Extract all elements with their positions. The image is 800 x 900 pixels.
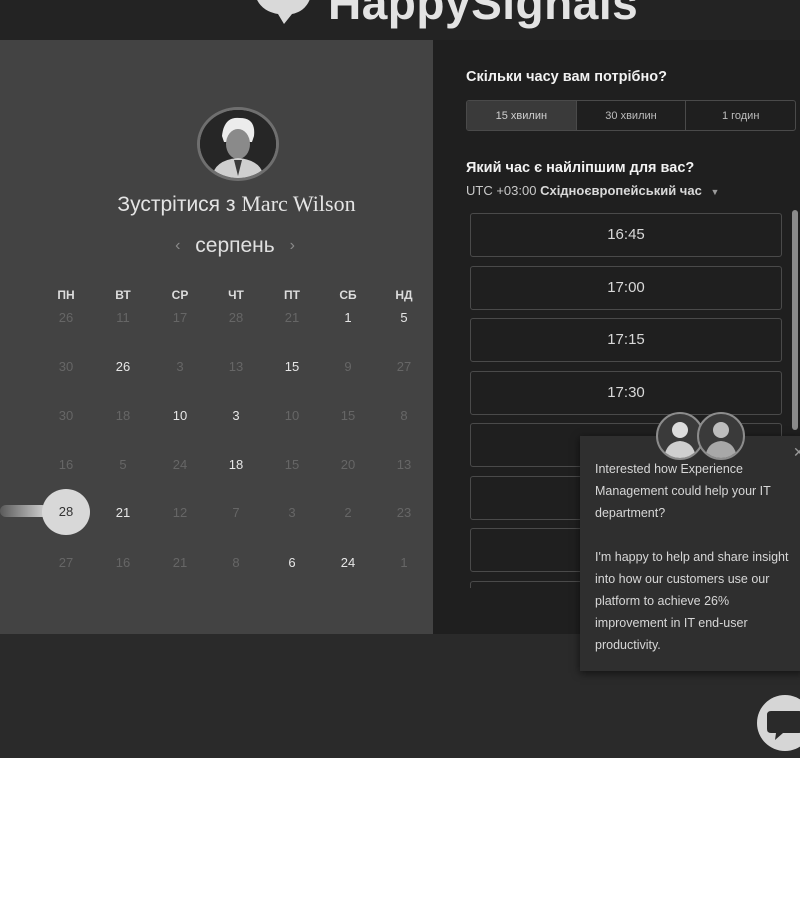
calendar-day: 11 (116, 310, 130, 325)
calendar-day: 1 (400, 555, 408, 570)
calendar-day-available[interactable]: 6 (272, 555, 312, 570)
calendar-day: 30 (58, 359, 74, 374)
calendar-day: 3 (176, 359, 184, 374)
weekday-header: НД (395, 288, 413, 302)
calendar-day-available[interactable]: 3 (216, 408, 256, 423)
weekday-header: ПТ (284, 288, 300, 302)
weekday-header: СБ (339, 288, 357, 302)
calendar-day: 24 (172, 457, 188, 472)
calendar-day-available[interactable]: 26 (103, 359, 143, 374)
calendar-day-available[interactable]: 21 (103, 505, 143, 520)
calendar-day-available[interactable]: 10 (160, 408, 200, 423)
person-icon (705, 422, 737, 458)
time-question: Який час є найліпшим для вас? (466, 160, 695, 176)
calendar-day: 7 (232, 505, 240, 520)
host-avatar (197, 107, 279, 181)
calendar-day-available[interactable]: 1 (328, 310, 368, 325)
time-slot-button[interactable]: 16:45 (470, 213, 782, 257)
scheduler-app: HappySignals Зустрітися з Marc Wilson ‹ … (0, 0, 800, 758)
popup-paragraph: I'm happy to help and share insight into… (595, 550, 789, 652)
calendar-day: 18 (115, 408, 131, 423)
chat-popup: ✕ Interested how Experience Management c… (580, 436, 800, 671)
calendar-day: 10 (284, 408, 300, 423)
scrollbar-thumb[interactable] (792, 210, 798, 430)
calendar-day: 16 (58, 457, 74, 472)
timezone-offset: UTC +03:00 (466, 183, 537, 198)
person-icon (200, 110, 276, 178)
weekday-header: СР (171, 288, 189, 302)
calendar-day: 16 (115, 555, 131, 570)
calendar-day-available[interactable]: 24 (328, 555, 368, 570)
calendar-day: 13 (228, 359, 244, 374)
meeting-title-prefix: Зустрітися з (117, 193, 236, 216)
calendar-day: 17 (172, 310, 188, 325)
calendar-day: 27 (396, 359, 412, 374)
calendar-day-available[interactable]: 5 (384, 310, 424, 325)
logo-icon (257, 0, 310, 24)
duration-option[interactable]: 1 годин (686, 101, 795, 130)
calendar-day: 12 (172, 505, 188, 520)
chat-launcher-button[interactable] (757, 695, 800, 751)
time-slot-button[interactable]: 17:15 (470, 318, 782, 362)
popup-paragraph: Interested how Experience Management cou… (595, 462, 771, 520)
brand-name: HappySignals (328, 0, 639, 29)
calendar-day: 21 (284, 310, 300, 325)
calendar-day: 21 (172, 555, 188, 570)
calendar-day: 5 (119, 457, 127, 472)
weekday-header: ВТ (115, 288, 131, 302)
calendar-day: 28 (228, 310, 244, 325)
calendar-day: 2 (344, 505, 352, 520)
calendar-day: 13 (396, 457, 412, 472)
meeting-title: Зустрітися з Marc Wilson (0, 191, 473, 217)
weekday-header: ПН (57, 288, 75, 302)
calendar-day-selected[interactable]: 28 (42, 489, 90, 535)
month-navigator: ‹ серпень › (160, 234, 310, 258)
next-month-button[interactable]: › (281, 237, 304, 254)
header-bar: HappySignals (0, 0, 800, 41)
time-slot-button[interactable]: 17:00 (470, 265, 782, 310)
calendar-day: 27 (58, 555, 74, 570)
popup-message: Interested how Experience Management cou… (595, 458, 800, 656)
calendar-day: 15 (340, 408, 356, 423)
calendar-day: 8 (232, 555, 240, 570)
duration-option[interactable]: 30 хвилин (577, 101, 687, 130)
month-label: серпень (195, 234, 275, 257)
calendar-day: 23 (396, 505, 412, 520)
calendar-day: 15 (284, 457, 300, 472)
selection-track (0, 505, 48, 517)
timezone-name: Східноєвропейський час (540, 183, 702, 198)
calendar-day: 9 (344, 359, 352, 374)
time-slot-button[interactable]: 17:30 (470, 370, 782, 415)
duration-question: Скільки часу вам потрібно? (466, 69, 667, 85)
chevron-down-icon: ▼ (710, 187, 720, 197)
calendar-day-available[interactable]: 15 (272, 359, 312, 374)
host-name: Marc Wilson (241, 191, 356, 216)
prev-month-button[interactable]: ‹ (166, 237, 189, 254)
calendar-day: 30 (58, 408, 74, 423)
duration-selector: 15 хвилин 30 хвилин 1 годин (466, 100, 796, 131)
calendar-day: 26 (58, 310, 74, 325)
chat-bubble-icon (767, 711, 800, 740)
weekday-header: ЧТ (228, 288, 244, 302)
agent-avatar (697, 412, 745, 460)
person-icon (664, 422, 696, 458)
calendar-day: 8 (400, 408, 408, 423)
timezone-selector[interactable]: UTC +03:00 Східноєвропейський час ▼ (466, 183, 719, 198)
calendar-day: 20 (340, 457, 356, 472)
duration-option[interactable]: 15 хвилин (467, 101, 577, 130)
calendar-day: 3 (288, 505, 296, 520)
calendar-day-available[interactable]: 18 (216, 457, 256, 472)
